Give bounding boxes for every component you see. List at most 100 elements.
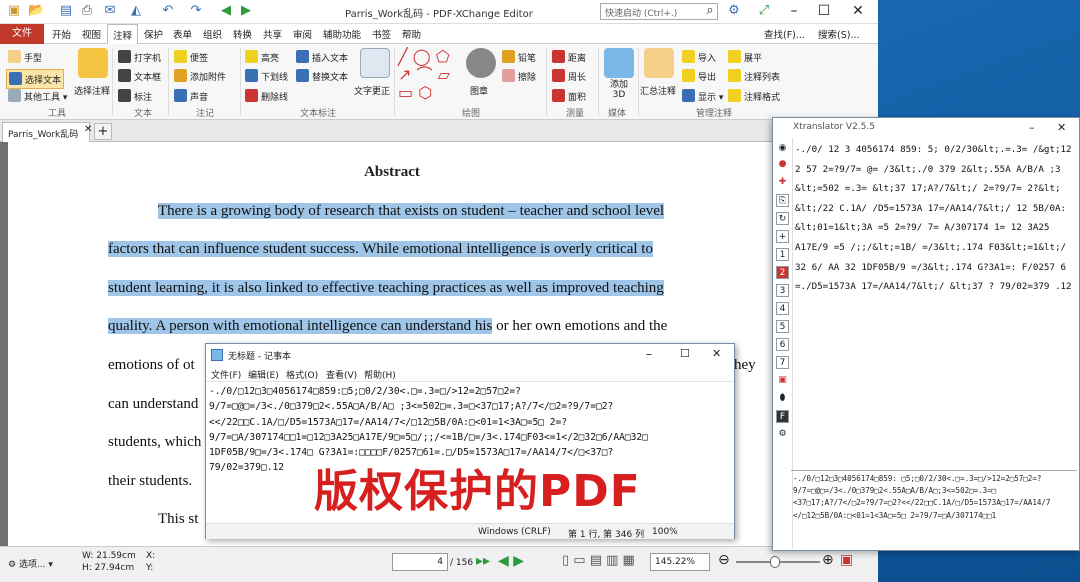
add-3d-button[interactable]: 添加 3D <box>606 80 632 100</box>
insert-text-tool[interactable]: 插入文本 <box>296 50 348 64</box>
distance-tool[interactable]: 距离 <box>552 50 586 64</box>
paragraph-line[interactable]: can understand <box>108 396 198 413</box>
menu-form[interactable]: 表单 <box>173 27 192 41</box>
paragraph-line[interactable]: quality. A person with emotional intelli… <box>108 318 667 335</box>
menu-file[interactable]: 文件 <box>0 24 44 44</box>
hand-tool[interactable]: 手型 <box>8 50 42 64</box>
shape-tools[interactable]: ╱ ◯ ⬠ ↗ ⌒ ▱ ▭ ⬡ <box>398 48 458 102</box>
sound-tool[interactable]: 声音 <box>174 89 208 103</box>
menu-view[interactable]: 视图 <box>82 27 101 41</box>
other-tools[interactable]: 其他工具 ▾ <box>8 89 67 103</box>
menu-convert[interactable]: 转换 <box>233 27 252 41</box>
record-icon[interactable]: ● <box>776 158 789 171</box>
refresh-icon[interactable]: ↻ <box>776 212 789 225</box>
stamp-button[interactable]: 图章 <box>470 84 488 97</box>
pencil-tool[interactable]: 铅笔 <box>502 50 536 64</box>
menu-accessibility[interactable]: 辅助功能 <box>323 27 361 41</box>
zoom-out-icon[interactable]: ⊖ <box>718 552 730 568</box>
copy-icon[interactable]: ⎘ <box>776 194 789 207</box>
slot-6-icon[interactable]: 6 <box>776 338 789 351</box>
menu-bookmarks[interactable]: 书签 <box>372 27 391 41</box>
page-number-input[interactable]: 4 <box>392 553 448 571</box>
menu-home[interactable]: 开始 <box>52 27 71 41</box>
next-page-icon[interactable]: ▸▸ <box>476 553 490 569</box>
menu-organize[interactable]: 组织 <box>203 27 222 41</box>
menu-protect[interactable]: 保护 <box>144 27 163 41</box>
notepad-menu-file[interactable]: 文件(F) <box>211 368 241 381</box>
minimize-button[interactable]: – <box>780 2 808 21</box>
settings-icon[interactable]: ⚙ <box>726 3 742 19</box>
close-tab-icon[interactable]: ✕ <box>84 124 92 135</box>
paragraph-line[interactable]: There is a growing body of research that… <box>158 203 665 220</box>
notepad-menu-help[interactable]: 帮助(H) <box>364 368 396 381</box>
f1-icon[interactable]: F <box>776 410 789 423</box>
menu-share[interactable]: 共享 <box>263 27 282 41</box>
options-button[interactable]: ⚙ 选项... ▾ <box>8 557 53 570</box>
slot-5-icon[interactable]: 5 <box>776 320 789 333</box>
menu-review[interactable]: 审阅 <box>293 27 312 41</box>
notepad-menu-view[interactable]: 查看(V) <box>326 368 357 381</box>
paragraph-line[interactable]: emotions of ot <box>108 357 195 374</box>
select-text-tool[interactable]: 选择文本 <box>6 69 65 89</box>
quick-launch-input[interactable]: 快速启动 (Ctrl+.) <box>600 3 718 20</box>
slot-1-icon[interactable]: 1 <box>776 248 789 261</box>
sticky-note-tool[interactable]: 便签 <box>174 50 208 64</box>
strikeout-tool[interactable]: 删除线 <box>245 89 288 103</box>
screen-icon[interactable]: ▣ <box>776 374 789 387</box>
slot-4-icon[interactable]: 4 <box>776 302 789 315</box>
notepad-close-button[interactable]: ✕ <box>712 347 721 360</box>
slot-2-icon[interactable]: 2 <box>776 266 789 279</box>
nav-back-icon[interactable]: ◀ ▶ <box>498 553 524 569</box>
eye-icon[interactable]: ◉ <box>776 142 789 155</box>
undo-icon[interactable]: ↶ <box>160 3 176 19</box>
fullscreen-icon[interactable]: ⤢ <box>756 3 772 19</box>
zoom-in-icon[interactable]: ⊕ <box>822 552 834 568</box>
callout-tool[interactable]: 标注 <box>118 89 152 103</box>
paragraph-line[interactable]: student learning, it is also linked to e… <box>108 280 664 297</box>
xtranslator-source-text[interactable]: -./0/□12□3□4056174□859: □5;□0/2/30<.□=.3… <box>791 470 1077 550</box>
summarize-comments-button[interactable]: 汇总注释 <box>640 84 676 97</box>
comment-list-button[interactable]: 注释列表 <box>728 69 780 83</box>
xt-minimize-button[interactable]: – <box>1029 121 1035 134</box>
area-tool[interactable]: 面积 <box>552 89 586 103</box>
xt-close-button[interactable]: ✕ <box>1057 121 1066 134</box>
add-icon[interactable]: + <box>776 230 789 243</box>
zoom-input[interactable]: 145.22% <box>650 553 710 571</box>
comment-style-button[interactable]: 注释格式 <box>728 89 780 103</box>
new-tab-button[interactable]: + <box>94 123 112 140</box>
replace-text-tool[interactable]: 替换文本 <box>296 69 348 83</box>
select-annotation-button[interactable]: 选择注释 <box>74 84 110 97</box>
document-tab[interactable]: Parris_Work乱码 ✕ <box>2 122 92 142</box>
find-button[interactable]: 查找(F)... <box>764 27 805 41</box>
back-icon[interactable]: ◀ <box>218 3 234 19</box>
slot-3-icon[interactable]: 3 <box>776 284 789 297</box>
underline-tool[interactable]: 下划线 <box>245 69 288 83</box>
export-button[interactable]: 导出 <box>682 69 716 83</box>
notepad-menu-format[interactable]: 格式(O) <box>286 368 318 381</box>
paragraph-line[interactable]: factors that can influence student succe… <box>108 241 653 258</box>
xtranslator-text[interactable]: -./0/ 12 3 4056174 859: 5; 0/2/30&lt;.=.… <box>795 140 1079 460</box>
perimeter-tool[interactable]: 周长 <box>552 69 586 83</box>
pdf-icon[interactable]: ▣ <box>840 552 853 568</box>
search-icon[interactable]: ⌕ <box>702 3 718 19</box>
eraser-tool[interactable]: 擦除 <box>502 69 536 83</box>
flatten-button[interactable]: 展平 <box>728 50 762 64</box>
forward-icon[interactable]: ▶ <box>238 3 254 19</box>
open-icon[interactable]: 📂 <box>28 3 44 19</box>
notepad-menu-edit[interactable]: 编辑(E) <box>248 368 279 381</box>
email-icon[interactable]: ✉ <box>102 3 118 19</box>
maximize-button[interactable]: ☐ <box>810 2 838 21</box>
search-button[interactable]: 搜索(S)... <box>818 27 860 41</box>
mouse-icon[interactable]: ⬮ <box>776 392 789 405</box>
paragraph-line[interactable]: students, which <box>108 434 201 451</box>
textbox-tool[interactable]: 文本框 <box>118 69 161 83</box>
save-icon[interactable]: ▤ <box>58 3 74 19</box>
notepad-minimize-button[interactable]: – <box>646 347 652 361</box>
paragraph-line[interactable]: their students. <box>108 473 192 490</box>
notepad-maximize-button[interactable]: ☐ <box>680 347 690 360</box>
slot-7-icon[interactable]: 7 <box>776 356 789 369</box>
view-mode-icons[interactable]: ▯ ▭ ▤ ▥ ▦ <box>562 553 635 568</box>
show-button[interactable]: 显示 ▾ <box>682 89 723 103</box>
paragraph-line[interactable]: This st <box>158 511 198 528</box>
scan-icon[interactable]: ◭ <box>128 3 144 19</box>
